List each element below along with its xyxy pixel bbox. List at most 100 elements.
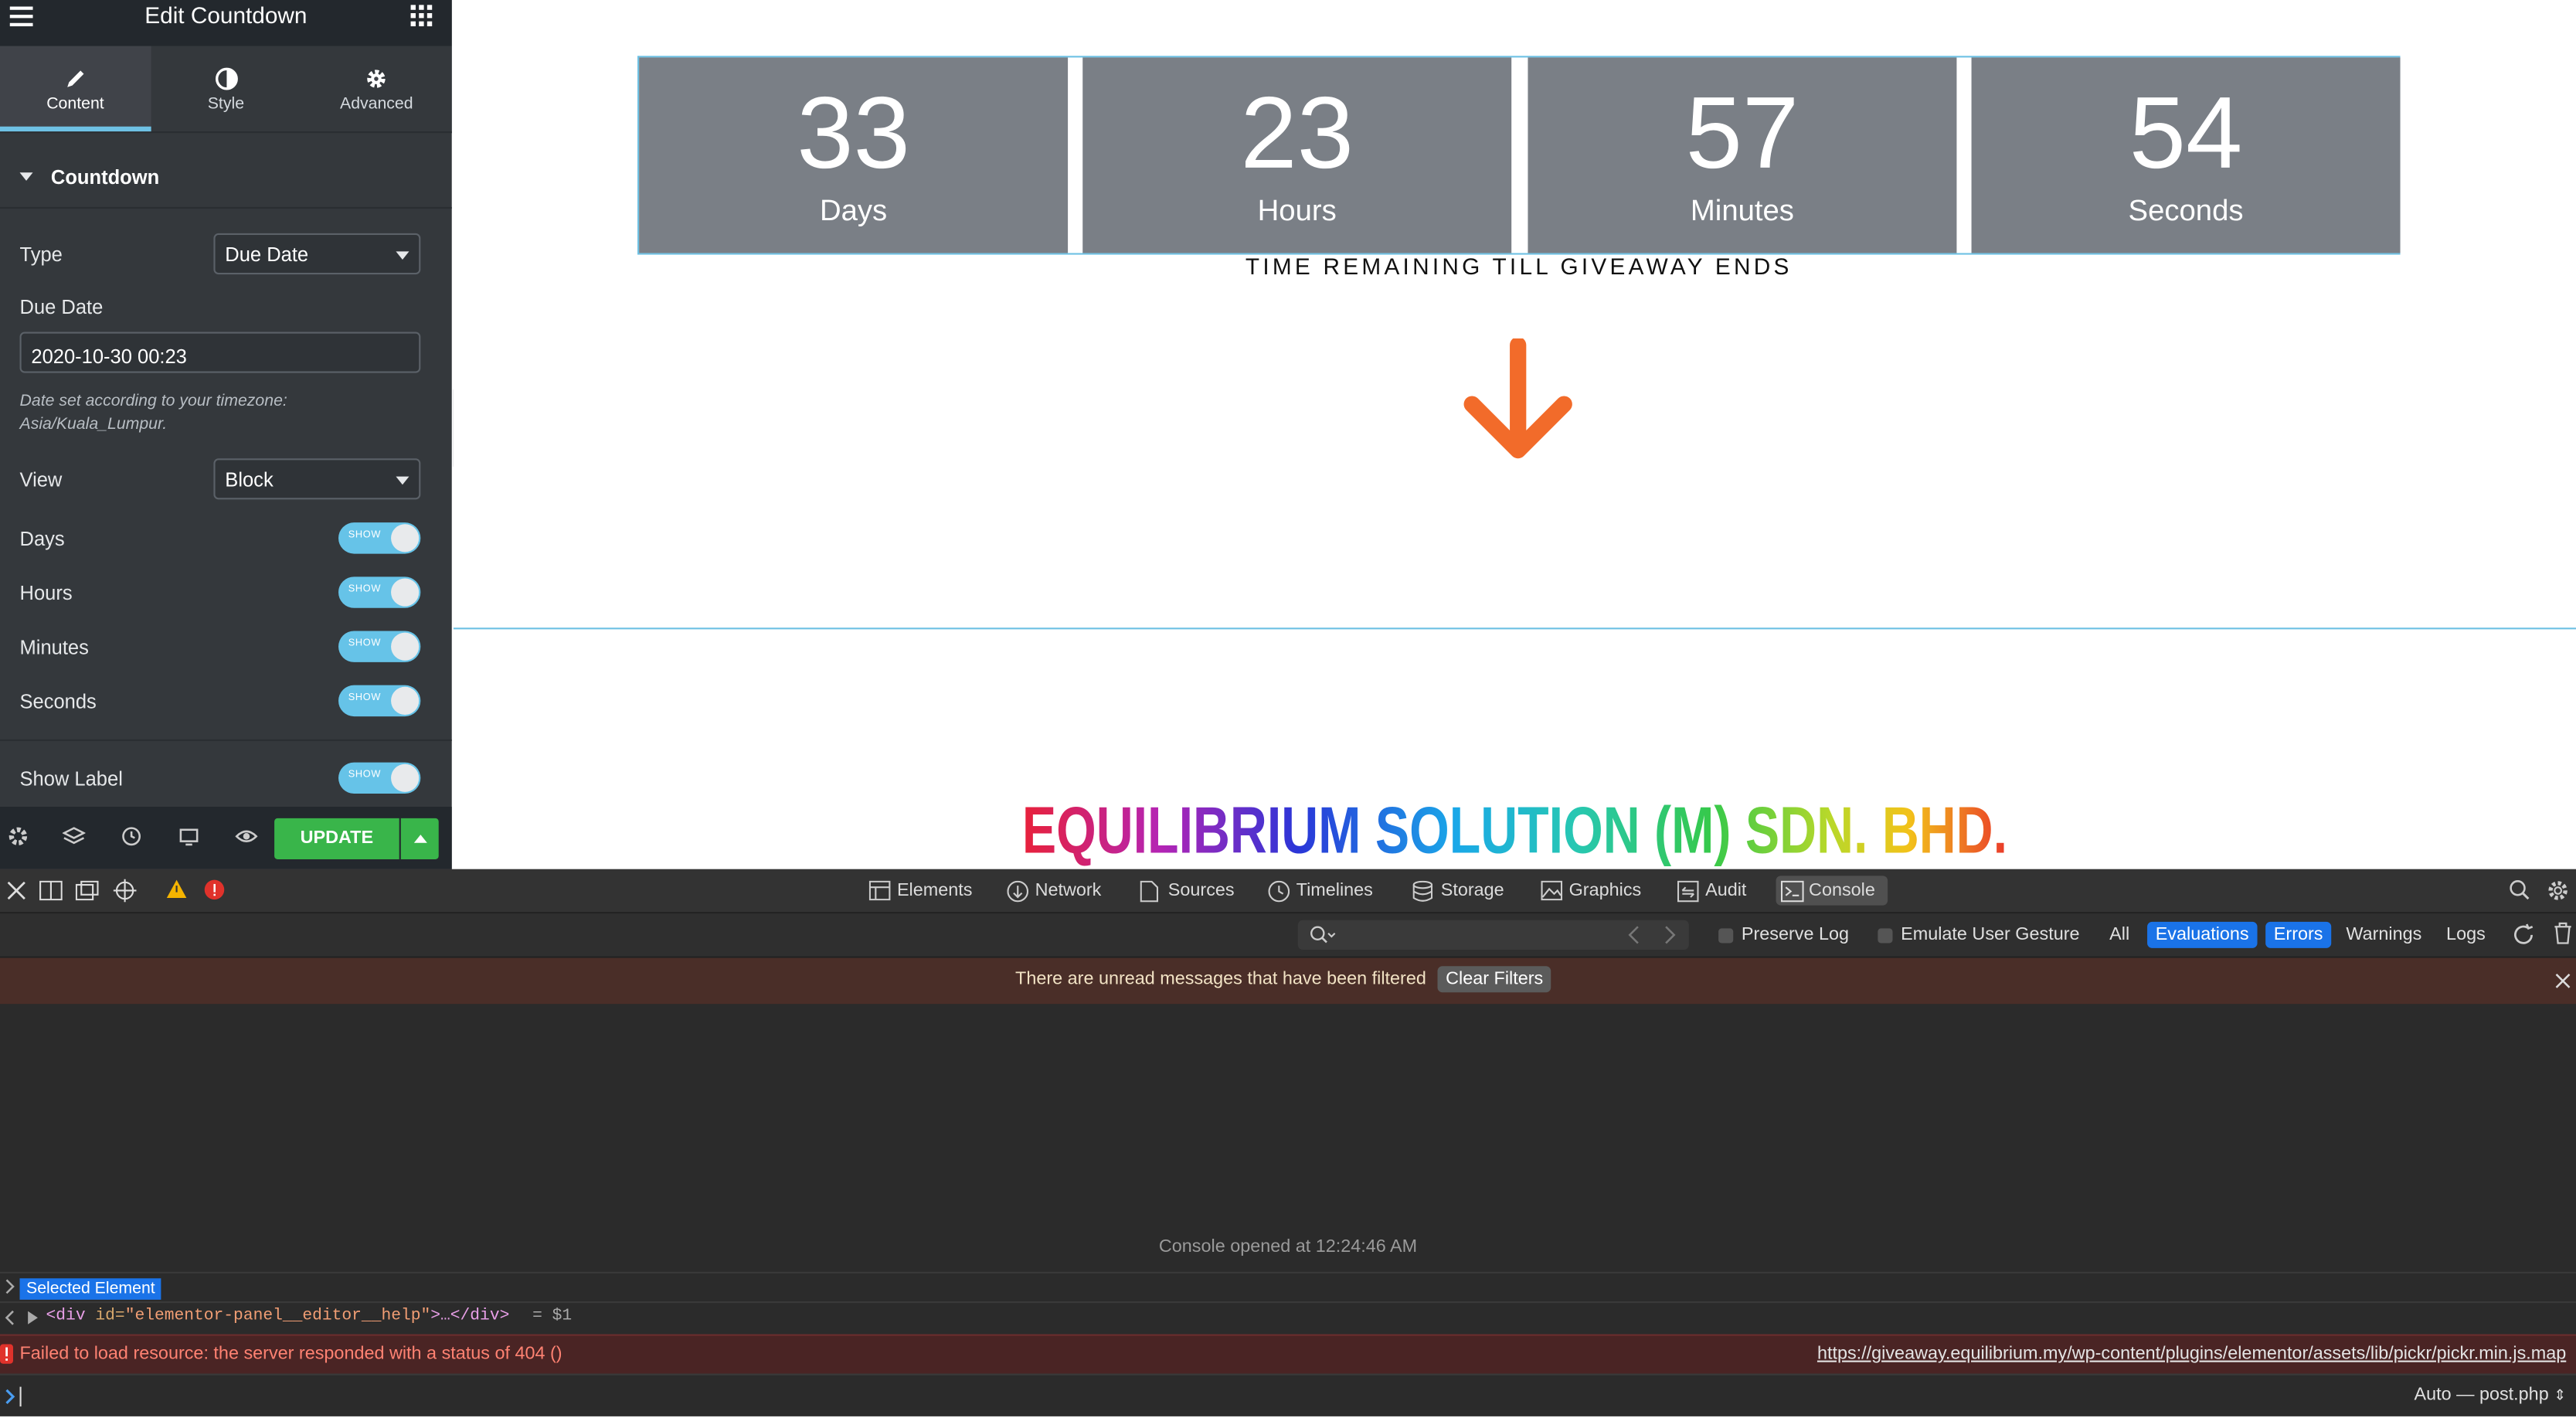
emulate-gesture-checkbox[interactable] [1878,928,1893,944]
clear-filters-button[interactable]: Clear Filters [1437,966,1551,993]
seconds-toggle[interactable]: SHOW [338,685,421,717]
panel-tabs: Content Style Advanced [0,46,452,134]
chevron-right-icon[interactable] [1661,925,1677,945]
countdown-days-label: Days [819,193,888,227]
chevron-down-icon [396,476,410,485]
filtered-messages-text: There are unread messages that have been… [1015,969,1426,990]
element-tag-close: >…</div> [430,1307,510,1326]
execution-context-selector[interactable]: Auto — post.php ⇕ [2414,1385,2566,1405]
arrow-down-icon [1463,338,1572,459]
gear-icon [367,70,386,88]
widgets-grid-icon[interactable] [410,5,433,27]
warning-icon[interactable] [166,879,188,899]
countdown-section-toggle[interactable]: Countdown [0,148,452,209]
toggle-knob [391,578,420,607]
tab-console[interactable]: Console [1776,876,1888,906]
tab-sources[interactable]: Sources [1135,876,1235,905]
tab-content-label: Content [46,95,104,114]
minutes-toggle[interactable]: SHOW [338,631,421,662]
toggle-state: SHOW [348,770,382,780]
tab-timelines-label: Timelines [1296,880,1373,901]
history-icon[interactable] [120,825,143,848]
reload-icon[interactable] [2512,923,2535,947]
preview-eye-icon[interactable] [235,825,258,848]
search-icon[interactable] [2509,879,2530,901]
countdown-seconds: 54 Seconds [1971,57,2401,253]
tab-style[interactable]: Style [151,46,301,132]
disclosure-triangle-icon[interactable] [26,1310,39,1326]
type-select[interactable]: Due Date [213,233,421,275]
filter-warnings[interactable]: Warnings [2346,922,2421,948]
tab-content[interactable]: Content [0,46,151,132]
console-prompt[interactable]: Auto — post.php ⇕ [0,1373,2576,1418]
filter-evaluations[interactable]: Evaluations [2147,921,2258,948]
view-label: View [19,468,63,491]
page-canvas: 33 Days 23 Hours 57 Minutes 54 Seconds T… [453,0,2576,869]
toggle-knob [391,632,420,661]
gear-icon[interactable] [2547,879,2570,903]
settings-icon[interactable] [7,825,30,848]
show-label-toggle[interactable]: SHOW [338,762,421,794]
update-button[interactable]: UPDATE [274,818,399,860]
filtered-messages-bar: There are unread messages that have been… [0,957,2576,1005]
filter-logs[interactable]: Logs [2446,922,2486,948]
tab-audit-label: Audit [1705,880,1747,901]
countdown-minutes: 57 Minutes [1528,57,1957,253]
console-error-row: Failed to load resource: the server resp… [0,1334,2576,1374]
close-icon[interactable] [2554,973,2571,989]
execution-context-value: Auto — post.php [2414,1385,2549,1405]
toggle-state: SHOW [348,584,382,595]
tab-storage[interactable]: Storage [1408,876,1504,905]
error-source-link[interactable]: https://giveaway.equilibrium.my/wp-conte… [1817,1344,2566,1364]
audit-icon [1677,880,1699,903]
tab-graphics[interactable]: Graphics [1536,876,1641,905]
toggle-knob [391,524,420,553]
layers-icon[interactable] [62,825,86,848]
countdown-hours-label: Hours [1257,193,1337,227]
countdown-widget[interactable]: 33 Days 23 Hours 57 Minutes 54 Seconds [637,56,2401,255]
tab-network[interactable]: Network [1002,876,1101,905]
countdown-seconds-label: Seconds [2128,193,2244,227]
update-options-button[interactable] [400,818,439,860]
prompt-chevron-icon [5,1389,15,1404]
undock-icon[interactable] [75,880,99,901]
tab-elements[interactable]: Elements [864,876,972,905]
responsive-mode-icon[interactable] [178,825,201,848]
toggle-knob [391,763,420,792]
element-result-row[interactable]: <div id="elementor-panel__editor__help">… [0,1301,2576,1335]
caret-up-icon [413,835,427,843]
company-name: EQUILIBRIUM SOLUTION (M) SDN. BHD. [687,795,2343,869]
tab-timelines[interactable]: Timelines [1263,876,1373,905]
days-label: Days [19,527,65,551]
text-cursor [19,1386,22,1407]
tab-advanced[interactable]: Advanced [301,46,452,132]
clear-console-icon[interactable] [2553,922,2573,945]
seconds-label: Seconds [19,690,97,713]
preserve-log-checkbox[interactable] [1718,928,1734,944]
view-select[interactable]: Block [213,458,421,500]
crosshair-icon[interactable] [113,879,137,903]
selected-element-badge: Selected Element [19,1278,162,1300]
close-icon[interactable] [7,881,27,901]
tab-advanced-label: Advanced [340,95,413,114]
type-label: Type [19,243,63,267]
web-inspector: Elements Network Sources Timelines Stora… [0,869,2576,1416]
hours-toggle[interactable]: SHOW [338,576,421,608]
days-toggle[interactable]: SHOW [338,522,421,554]
timezone-note: Date set according to your timezone: Asi… [19,393,287,434]
error-message: Failed to load resource: the server resp… [19,1344,562,1364]
minutes-label: Minutes [19,635,89,659]
due-date-input[interactable] [19,332,421,373]
dock-side-icon[interactable] [39,880,63,901]
countdown-hours-value: 23 [1240,77,1354,191]
filter-errors[interactable]: Errors [2265,921,2332,948]
error-icon[interactable] [204,879,226,901]
clock-icon [1268,880,1290,903]
panel-header: Edit Countdown [0,0,452,46]
filter-all[interactable]: All [2109,922,2129,948]
hours-label: Hours [19,581,73,605]
countdown-days-value: 33 [797,77,910,191]
chevron-left-icon[interactable] [1626,925,1643,945]
tab-audit[interactable]: Audit [1673,876,1747,905]
toggle-state: SHOW [348,693,382,704]
